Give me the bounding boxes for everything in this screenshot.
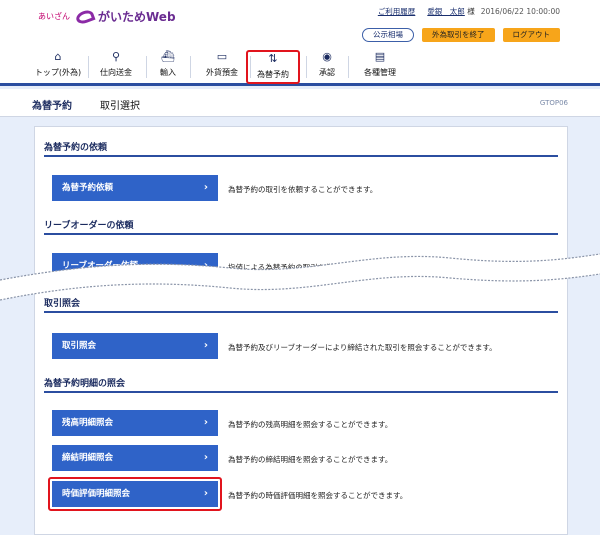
contract-detail-button[interactable]: 締結明細照会 › bbox=[52, 445, 218, 471]
leave-order-button[interactable]: リーブオーダー依頼 › bbox=[52, 253, 218, 279]
forward-contract-icon: ⇅ bbox=[268, 52, 278, 65]
nav-label: 外貨預金 bbox=[206, 68, 238, 77]
chevron-right-icon: › bbox=[203, 340, 208, 351]
service-name: がいためWeb bbox=[98, 10, 176, 24]
section-title-forward-request: 為替予約の依頼 bbox=[44, 143, 108, 153]
nav-item-top[interactable]: ⌂ トップ(外為) bbox=[32, 50, 84, 82]
nav-divider bbox=[306, 56, 307, 78]
chevron-right-icon: › bbox=[203, 182, 208, 193]
market-value-detail-desc: 為替予約の時価評価明細を照会することができます。 bbox=[228, 491, 408, 500]
global-nav: ⌂ トップ(外為) ⚲ 仕向送金 ⛴ 輸入 ▭ 外貨預金 ⇅ 為替予約 ◉ 承認… bbox=[0, 46, 600, 86]
chevron-right-icon: › bbox=[203, 417, 208, 428]
nav-item-remittance[interactable]: ⚲ 仕向送金 bbox=[90, 50, 142, 82]
chevron-right-icon: › bbox=[203, 452, 208, 463]
contract-detail-desc: 為替予約の締結明細を照会することができます。 bbox=[228, 455, 393, 464]
brand[interactable]: あいざん がいためWeb bbox=[38, 7, 176, 26]
button-label: 締結明細照会 bbox=[62, 453, 114, 463]
nav-divider bbox=[88, 56, 89, 78]
brand-logo-icon bbox=[74, 7, 96, 26]
balance-detail-desc: 為替予約の残高明細を照会することができます。 bbox=[228, 420, 393, 429]
chevron-right-icon: › bbox=[203, 260, 208, 271]
user-suffix: 様 bbox=[467, 7, 475, 16]
end-fx-button[interactable]: 外為取引を終了 bbox=[422, 28, 495, 42]
section-divider bbox=[44, 155, 558, 157]
forward-request-button[interactable]: 為替予約依頼 › bbox=[52, 175, 218, 201]
section-divider bbox=[44, 233, 558, 235]
nav-item-import[interactable]: ⛴ 輸入 bbox=[148, 50, 188, 82]
nav-item-approval[interactable]: ◉ 承認 bbox=[312, 50, 342, 82]
user-info: 愛銀 太郎 様 bbox=[427, 6, 474, 17]
remittance-icon: ⚲ bbox=[111, 50, 121, 63]
section-divider bbox=[44, 311, 558, 313]
button-label: リーブオーダー依頼 bbox=[62, 261, 138, 271]
highlight-box bbox=[48, 477, 222, 511]
nav-label: 為替予約 bbox=[257, 70, 289, 79]
page-title-bar: 為替予約 取引選択 GTOP06 bbox=[0, 89, 600, 117]
home-icon: ⌂ bbox=[54, 50, 62, 63]
button-label: 取引照会 bbox=[62, 341, 97, 351]
logout-button[interactable]: ログアウト bbox=[502, 28, 560, 42]
nav-divider bbox=[146, 56, 147, 78]
nav-label: 輸入 bbox=[160, 68, 176, 77]
usage-history-link[interactable]: ご利用履歴 bbox=[378, 6, 416, 17]
leave-order-desc: 指値による為替予約の取引を依頼することができます。 bbox=[228, 263, 415, 272]
button-label: 為替予約依頼 bbox=[62, 183, 114, 193]
nav-label: 承認 bbox=[319, 68, 335, 77]
nav-divider bbox=[348, 56, 349, 78]
public-rate-button[interactable]: 公示相場 bbox=[362, 28, 414, 42]
nav-label: 各種管理 bbox=[364, 68, 396, 77]
import-ship-icon: ⛴ bbox=[161, 50, 175, 63]
page-title: 為替予約 bbox=[32, 101, 72, 112]
management-icon: ▤ bbox=[374, 50, 386, 63]
screen-code: GTOP06 bbox=[539, 99, 568, 107]
nav-item-management[interactable]: ▤ 各種管理 bbox=[356, 50, 404, 82]
utility-row: ご利用履歴 愛銀 太郎 様 2016/06/22 10:00:00 bbox=[378, 6, 560, 17]
section-divider bbox=[44, 391, 558, 393]
nav-item-forward-contract[interactable]: ⇅ 為替予約 bbox=[246, 50, 300, 84]
button-label: 残高明細照会 bbox=[62, 418, 114, 428]
user-name-link[interactable]: 愛銀 太郎 bbox=[427, 7, 465, 16]
page-subtitle: 取引選択 bbox=[100, 101, 140, 112]
bank-name: あいざん bbox=[38, 12, 70, 21]
nav-label: トップ(外為) bbox=[34, 68, 82, 77]
approval-icon: ◉ bbox=[322, 50, 332, 63]
nav-item-deposit[interactable]: ▭ 外貨預金 bbox=[196, 50, 248, 82]
header: あいざん がいためWeb ご利用履歴 愛銀 太郎 様 2016/06/22 10… bbox=[0, 0, 600, 46]
login-datetime: 2016/06/22 10:00:00 bbox=[480, 7, 560, 16]
transaction-inquiry-desc: 為替予約及びリーブオーダーにより締結された取引を照会することができます。 bbox=[228, 343, 497, 352]
nav-divider bbox=[190, 56, 191, 78]
nav-label: 仕向送金 bbox=[100, 68, 132, 77]
deposit-icon: ▭ bbox=[216, 50, 228, 63]
forward-request-desc: 為替予約の取引を依頼することができます。 bbox=[228, 185, 378, 194]
section-title-detail-inquiry: 為替予約明細の照会 bbox=[44, 379, 126, 389]
section-title-leave-order: リーブオーダーの依頼 bbox=[44, 221, 134, 231]
transaction-inquiry-button[interactable]: 取引照会 › bbox=[52, 333, 218, 359]
section-title-transaction-inquiry: 取引照会 bbox=[44, 299, 81, 309]
balance-detail-button[interactable]: 残高明細照会 › bbox=[52, 410, 218, 436]
header-buttons: 公示相場 外為取引を終了 ログアウト bbox=[362, 28, 560, 42]
